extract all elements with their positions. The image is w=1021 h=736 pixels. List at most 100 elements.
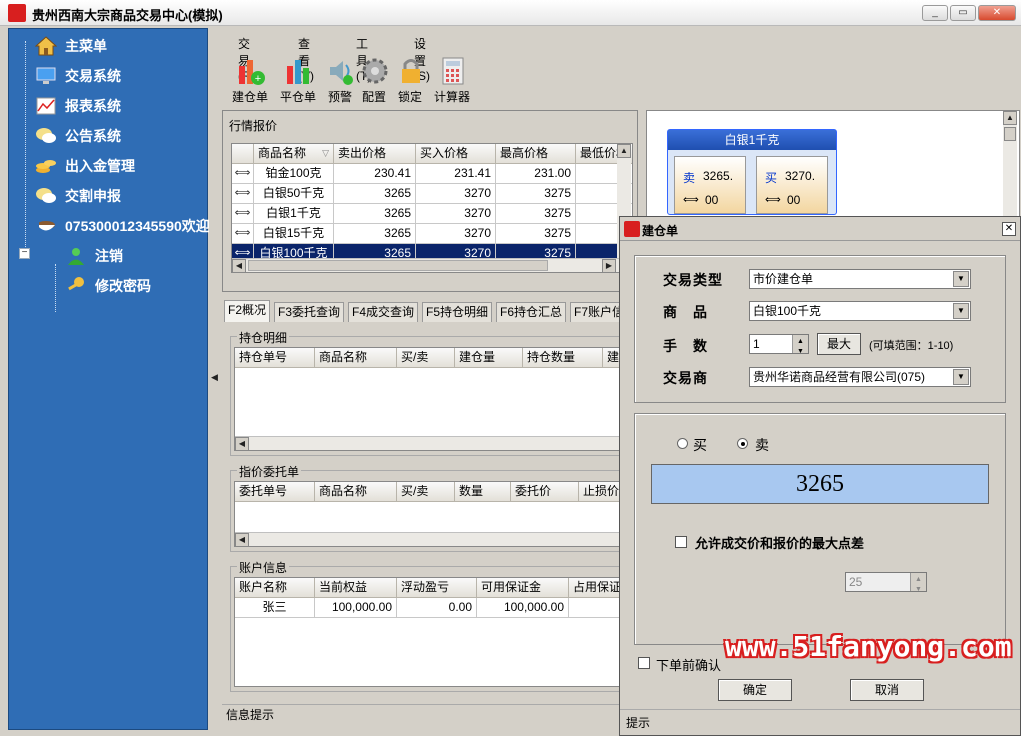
- max-diff-stepper[interactable]: 25 ▲ ▼: [845, 572, 927, 592]
- col-header-available-margin[interactable]: 可用保证金: [477, 578, 569, 598]
- sidebar-item-account[interactable]: 075300012345590欢迎: [39, 214, 209, 238]
- chevron-down-icon[interactable]: ▼: [953, 369, 969, 385]
- collapse-arrow-icon[interactable]: ◀: [211, 372, 218, 383]
- scroll-up-icon[interactable]: ▲: [1003, 111, 1017, 125]
- close-position-button[interactable]: 平仓单: [276, 52, 320, 106]
- quote-cell-name[interactable]: 白银1千克: [254, 204, 334, 224]
- chat-icon: [36, 128, 56, 143]
- allow-diff-checkbox[interactable]: [675, 536, 687, 548]
- col-header-hold-qty[interactable]: 持仓数量: [523, 348, 603, 368]
- col-header-equity[interactable]: 当前权益: [315, 578, 397, 598]
- col-header-sell[interactable]: 卖出价格: [334, 144, 416, 164]
- quote-cell-high[interactable]: 231.00: [496, 164, 576, 184]
- col-header-product[interactable]: 商品名称: [315, 348, 397, 368]
- scroll-thumb[interactable]: [1004, 127, 1016, 141]
- quantity-stepper[interactable]: 1 ▲ ▼: [749, 334, 809, 354]
- col-header-account-name[interactable]: 账户名称: [235, 578, 315, 598]
- orders-title: 指价委托单: [237, 463, 302, 480]
- buy-radio[interactable]: [677, 438, 688, 449]
- tab-deal-query[interactable]: F4成交查询: [348, 302, 419, 322]
- cancel-button[interactable]: 取消: [850, 679, 924, 701]
- close-button[interactable]: ✕: [978, 5, 1016, 21]
- chevron-down-icon[interactable]: ▼: [953, 271, 969, 287]
- positions-grid: 持仓单号 商品名称 买/卖 建仓量 持仓数量 建 ◀: [234, 347, 628, 451]
- quote-cell-high[interactable]: 3275: [496, 204, 576, 224]
- quote-cell-high[interactable]: 3275: [496, 224, 576, 244]
- cup-icon: [39, 221, 55, 231]
- chevron-down-icon[interactable]: ▼: [953, 303, 969, 319]
- spin-arrows-icon[interactable]: ▲ ▼: [792, 335, 808, 353]
- window-title: 贵州西南大宗商品交易中心(模拟): [32, 8, 223, 23]
- positions-group: 持仓明细 持仓单号 商品名称 买/卖 建仓量 持仓数量 建 ◀: [230, 329, 632, 456]
- flat-arrow-icon[interactable]: ⟺: [232, 224, 254, 244]
- flat-arrow-icon[interactable]: ⟺: [232, 184, 254, 204]
- col-header-open-qty[interactable]: 建仓量: [455, 348, 523, 368]
- col-header-buy[interactable]: 买入价格: [416, 144, 496, 164]
- lock-icon: [402, 59, 420, 83]
- product-quote-card[interactable]: 白银1千克 卖 3265. ⟺ 00 买 3270. ⟺ 00: [667, 129, 837, 215]
- flat-arrow-icon[interactable]: ⟺: [232, 204, 254, 224]
- grid-header-spacer: [232, 144, 254, 164]
- calculator-button[interactable]: 计算器: [430, 52, 474, 106]
- quote-cell-sell[interactable]: 3265: [334, 184, 416, 204]
- lock-button[interactable]: 锁定: [388, 52, 432, 106]
- scroll-left-icon[interactable]: ◀: [232, 259, 246, 273]
- tab-position-summary[interactable]: F6持仓汇总: [496, 302, 567, 322]
- open-position-button[interactable]: + 建仓单: [228, 52, 272, 106]
- maximize-button[interactable]: ▭: [950, 5, 976, 21]
- scroll-left-icon[interactable]: ◀: [235, 533, 249, 546]
- col-header-floating-pl[interactable]: 浮动盈亏: [397, 578, 477, 598]
- quote-cell-high[interactable]: 3275: [496, 184, 576, 204]
- quote-cell-name[interactable]: 铂金100克: [254, 164, 334, 184]
- col-header-high[interactable]: 最高价格: [496, 144, 576, 164]
- col-header-position-id[interactable]: 持仓单号: [235, 348, 315, 368]
- max-button[interactable]: 最大: [817, 333, 861, 355]
- quote-cell-sell[interactable]: 3265: [334, 224, 416, 244]
- quote-cell-buy[interactable]: 3270: [416, 184, 496, 204]
- confirm-button[interactable]: 确定: [718, 679, 792, 701]
- tab-position-detail[interactable]: F5持仓明细: [422, 302, 493, 322]
- quote-cell-buy[interactable]: 231.41: [416, 164, 496, 184]
- minimize-button[interactable]: _: [922, 5, 948, 21]
- confirm-before-order-checkbox[interactable]: [638, 657, 650, 669]
- col-header-qty[interactable]: 数量: [455, 482, 511, 502]
- col-header-side[interactable]: 买/卖: [397, 348, 455, 368]
- scroll-left-icon[interactable]: ◀: [235, 437, 249, 450]
- quote-cell-sell[interactable]: 230.41: [334, 164, 416, 184]
- tab-overview[interactable]: F2概况: [224, 300, 271, 322]
- positions-hscroll[interactable]: ◀: [235, 436, 627, 450]
- scroll-up-icon[interactable]: ▲: [617, 144, 631, 158]
- dialog-close-button[interactable]: ✕: [1002, 222, 1016, 236]
- quote-cell-sell[interactable]: 3265: [334, 204, 416, 224]
- col-header-order-id[interactable]: 委托单号: [235, 482, 315, 502]
- quote-panel-title: 行情报价: [229, 119, 278, 133]
- splitter[interactable]: ◀: [210, 26, 220, 736]
- tab-order-query[interactable]: F3委托查询: [274, 302, 345, 322]
- dialog-hint: 提示: [626, 716, 651, 730]
- quote-cell-buy[interactable]: 3270: [416, 224, 496, 244]
- col-header-order-price[interactable]: 委托价: [511, 482, 579, 502]
- sell-radio[interactable]: [737, 438, 748, 449]
- product-select[interactable]: 白银100千克 ▼: [749, 301, 971, 321]
- quote-hscroll[interactable]: ◀ ▶: [232, 258, 632, 273]
- scroll-right-icon[interactable]: ▶: [602, 259, 616, 273]
- quote-cell-buy[interactable]: 3270: [416, 204, 496, 224]
- trade-type-select[interactable]: 市价建仓单 ▼: [749, 269, 971, 289]
- quote-cell-name[interactable]: 白银15千克: [254, 224, 334, 244]
- bottom-tabs: F2概况 F3委托查询 F4成交查询 F5持仓明细 F6持仓汇总 F7账户信: [222, 298, 638, 322]
- scroll-thumb[interactable]: [248, 260, 548, 271]
- sell-quote-box[interactable]: 卖 3265. ⟺ 00: [674, 156, 746, 214]
- col-header-product[interactable]: 商品名称: [315, 482, 397, 502]
- app-logo-icon: [624, 221, 640, 237]
- buy-quote-box[interactable]: 买 3270. ⟺ 00: [756, 156, 828, 214]
- spin-arrows-icon[interactable]: ▲ ▼: [910, 573, 926, 591]
- col-header-name[interactable]: 商品名称 ▽: [254, 144, 334, 164]
- collapse-toggle[interactable]: −: [19, 248, 30, 259]
- quote-cell-name[interactable]: 白银50千克: [254, 184, 334, 204]
- col-header-side[interactable]: 买/卖: [397, 482, 455, 502]
- broker-select[interactable]: 贵州华诺商品经营有限公司(075) ▼: [749, 367, 971, 387]
- quote-panel: 行情报价 商品名称 ▽ 卖出价格 买入价格 最高价格 最低价格 ⟺ 铂金100克 2…: [222, 110, 638, 292]
- flat-arrow-icon[interactable]: ⟺: [232, 164, 254, 184]
- buy-radio-label: 买: [693, 437, 707, 453]
- orders-hscroll[interactable]: ◀: [235, 532, 627, 546]
